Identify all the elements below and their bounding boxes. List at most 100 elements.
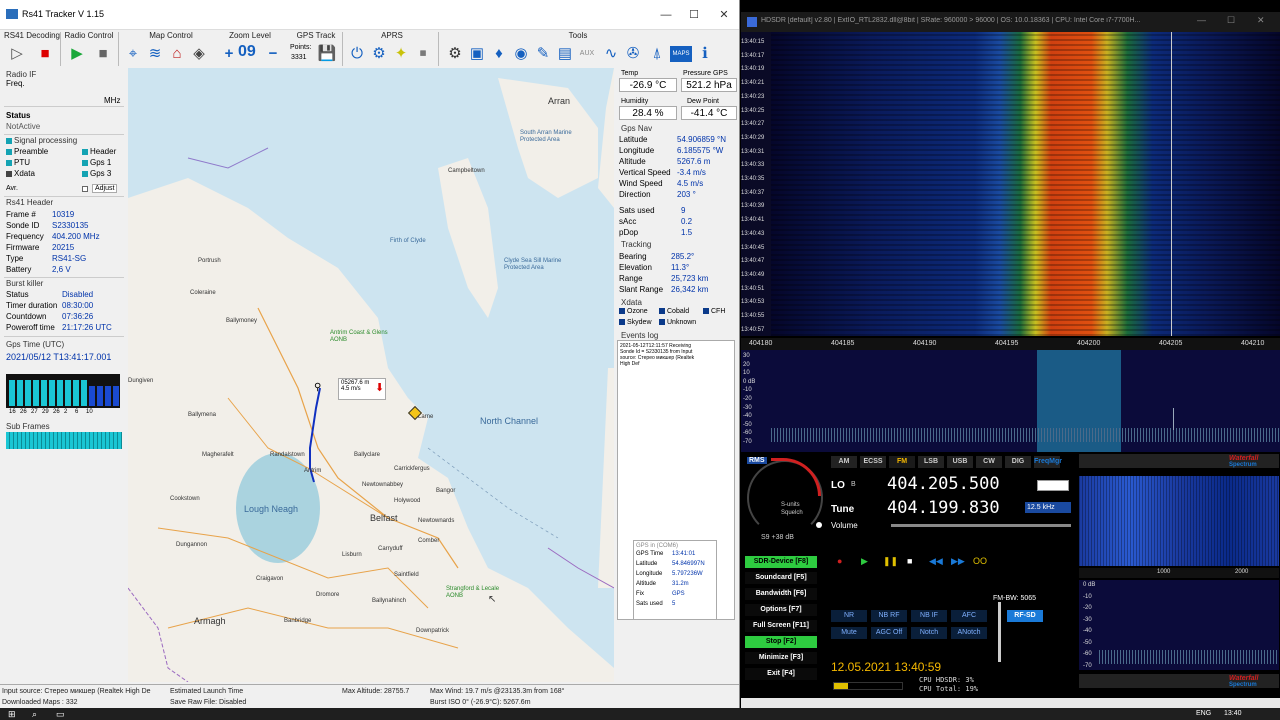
aprs-star-icon[interactable]: ✦ (390, 43, 412, 65)
record-stop-icon[interactable]: ■ (34, 43, 56, 65)
play-outline-icon[interactable]: ▷ (6, 43, 28, 65)
function-button-options[interactable]: Options [F7] (745, 604, 817, 616)
pin-icon[interactable]: ♦ (488, 43, 510, 65)
maps-icon[interactable]: MAPS (670, 46, 692, 62)
dsp-button-mute[interactable]: Mute (831, 627, 867, 639)
dsp-button-agc-off[interactable]: AGC Off (871, 627, 907, 639)
lo-input[interactable] (1037, 480, 1069, 491)
save-track-icon[interactable]: 💾 (316, 43, 338, 65)
rs41-header-row: Type RS41-SG (6, 254, 124, 265)
play-audio-icon[interactable]: ▶ (861, 556, 868, 567)
satellite-label: 26 (20, 409, 27, 415)
mode-button-am[interactable]: AM (831, 456, 857, 468)
clock[interactable]: 13:40 (1224, 710, 1242, 717)
map-marker-icon[interactable]: ⌂ (166, 43, 188, 65)
hdsdr-minimize-icon[interactable]: — (1197, 15, 1206, 25)
aux-icon[interactable]: AUX (576, 43, 598, 65)
waterfall-label[interactable]: Waterfall (1229, 455, 1258, 462)
spectrum-label-top[interactable]: Spectrum (1229, 462, 1257, 468)
stop-icon[interactable]: ■ (92, 43, 114, 65)
export-icon[interactable]: ▤ (554, 43, 576, 65)
antenna-icon[interactable]: ⍋ (646, 43, 668, 65)
dsp-button-afc[interactable]: AFC (951, 610, 987, 622)
search-icon[interactable]: ⌕ (32, 709, 37, 720)
loop-icon[interactable]: OO (973, 556, 987, 566)
mode-button-cw[interactable]: CW (976, 456, 1002, 468)
play-icon[interactable]: ▶ (66, 43, 88, 65)
record-icon[interactable]: ● (837, 556, 857, 568)
af-waterfall[interactable] (1079, 476, 1279, 566)
spectrum-label-bottom[interactable]: Spectrum (1229, 682, 1257, 688)
pause-icon[interactable]: ❚❚ (883, 556, 898, 567)
function-button-exit[interactable]: Exit [F4] (745, 668, 817, 680)
function-button-bandwidth[interactable]: Bandwidth [F6] (745, 588, 817, 600)
wifi-icon[interactable]: ≋ (144, 43, 166, 65)
mode-button-lsb[interactable]: LSB (918, 456, 944, 468)
forward-icon[interactable]: ▶▶ (951, 556, 965, 567)
stop-audio-icon[interactable]: ■ (907, 556, 912, 566)
mode-button-freqmgr[interactable]: FreqMgr (1034, 456, 1062, 468)
balloon-icon[interactable]: ⚲ (314, 382, 321, 393)
freq-scale[interactable]: 404180 404185 404190 404195 404200 404205 4042… (741, 338, 1280, 350)
rewind-icon[interactable]: ◀◀ (929, 556, 943, 567)
mode-button-dig[interactable]: DIG (1005, 456, 1031, 468)
task-view-icon[interactable]: ▭ (56, 709, 65, 720)
mode-button-usb[interactable]: USB (947, 456, 973, 468)
volume-slider[interactable] (891, 524, 1071, 527)
dsp-button-nb-if[interactable]: NB IF (911, 610, 947, 622)
adjust-checkbox[interactable] (82, 186, 88, 192)
hdsdr-scrollbar[interactable] (741, 698, 1280, 708)
function-button-full-screen[interactable]: Full Screen [F11] (745, 620, 817, 632)
power-icon[interactable]: ⏻ (346, 43, 368, 65)
info-icon[interactable]: ℹ (694, 43, 716, 65)
mode-button-fm[interactable]: FM (889, 456, 915, 468)
rf-waterfall[interactable]: 13:40:15 13:40:17 13:40:19 13:40:21 13:40:23… (741, 32, 1280, 336)
hdsdr-title-bar[interactable]: HDSDR [default] v2.80 | ExtIO_RTL2832.dl… (741, 12, 1280, 32)
dsp-button-notch[interactable]: Notch (911, 627, 947, 639)
dsp-button-nr[interactable]: NR (831, 610, 867, 622)
function-button-stop[interactable]: Stop [F2] (745, 636, 817, 648)
center-map-icon[interactable]: ⌖ (122, 43, 144, 65)
map-view[interactable]: Arran South Arran Marine Protected Area Ca… (128, 68, 614, 682)
aprs-icon[interactable]: ⚙ (368, 43, 390, 65)
waveform-icon[interactable]: ∿ (600, 43, 622, 65)
zoom-in-icon[interactable]: + (218, 43, 240, 65)
settings-gear-icon[interactable]: ⚙ (444, 43, 466, 65)
function-button-key: [F7] (788, 606, 802, 613)
rf-spectrum[interactable]: 30 20 10 0 dB -10 -20 -30 -40 -50 -60 -70 (741, 350, 1280, 452)
hdsdr-close-icon[interactable]: ✕ (1257, 15, 1265, 26)
tracking-value: 25,723 km (671, 274, 709, 283)
group-gps-track: GPS Track (296, 31, 336, 40)
link-icon[interactable]: ▦ (412, 43, 434, 65)
rms-label[interactable]: RMS (747, 457, 767, 464)
tools-icon[interactable]: ✎ (532, 43, 554, 65)
eye-icon[interactable]: ◉ (510, 43, 532, 65)
adjust-button[interactable]: Adjust (92, 184, 118, 193)
start-icon[interactable]: ⊞ (8, 709, 16, 720)
burst-killer-value: Disabled (62, 290, 94, 299)
af-gain-slider[interactable] (998, 602, 1001, 662)
waterfall-label-bottom[interactable]: Waterfall (1229, 675, 1258, 682)
lo-frequency[interactable]: 404.205.500 (887, 474, 1000, 494)
bandwidth-select[interactable]: 12.5 kHz (1025, 502, 1071, 513)
dsp-button-nb-rf[interactable]: NB RF (871, 610, 907, 622)
dsp-button-anotch[interactable]: ANotch (951, 627, 987, 639)
fullscreen-icon[interactable]: ▣ (466, 43, 488, 65)
language-indicator[interactable]: ENG (1196, 710, 1211, 717)
mode-button-ecss[interactable]: ECSS (860, 456, 886, 468)
close-icon[interactable]: ✕ (702, 7, 739, 23)
af-spectrum[interactable]: 0 dB -10 -20 -30 -40 -50 -60 -70 (1079, 580, 1279, 670)
volume-label: Volume (831, 521, 858, 530)
zoom-out-icon[interactable]: − (262, 43, 284, 65)
function-button-minimize[interactable]: Minimize [F3] (745, 652, 817, 664)
function-button-sdr-device[interactable]: SDR-Device [F8] (745, 556, 817, 568)
tune-frequency[interactable]: 404.199.830 (887, 498, 1000, 518)
hdsdr-maximize-icon[interactable]: ☐ (1227, 15, 1235, 26)
temp-value: -26.9 °C (619, 78, 677, 92)
layers-icon[interactable]: ◈ (188, 43, 210, 65)
rf-sd-button[interactable]: RF-SD (1007, 610, 1043, 622)
function-button-soundcard[interactable]: Soundcard [F5] (745, 572, 817, 584)
wrench-icon[interactable]: ✇ (622, 43, 644, 65)
title-bar[interactable]: Rs41 Tracker V 1.15 — ☐ ✕ (0, 0, 739, 30)
squelch-knob[interactable] (816, 522, 822, 528)
